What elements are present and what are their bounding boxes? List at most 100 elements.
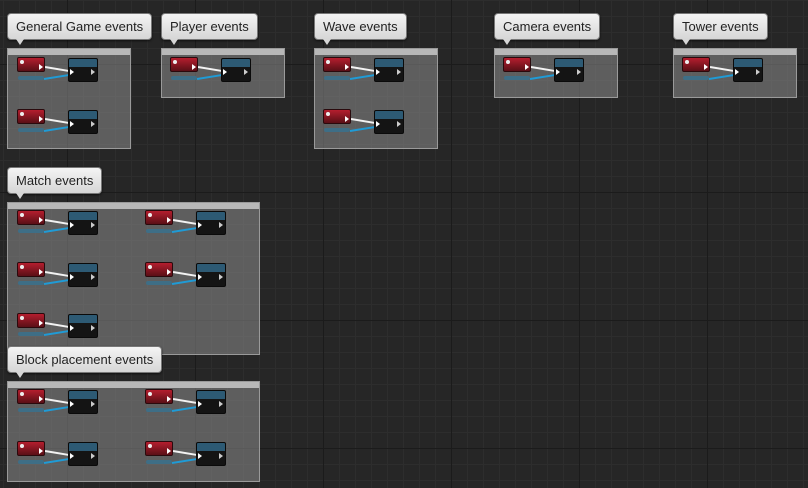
function-node[interactable] bbox=[196, 211, 226, 235]
function-node[interactable] bbox=[68, 263, 98, 287]
exec-pin-icon[interactable] bbox=[345, 116, 349, 122]
variable-node[interactable] bbox=[18, 408, 44, 412]
exec-out-pin-icon[interactable] bbox=[219, 453, 223, 459]
exec-pin-icon[interactable] bbox=[70, 401, 74, 407]
variable-node[interactable] bbox=[18, 229, 44, 233]
variable-node[interactable] bbox=[146, 281, 172, 285]
exec-pin-icon[interactable] bbox=[39, 116, 43, 122]
exec-pin-icon[interactable] bbox=[39, 448, 43, 454]
exec-out-pin-icon[interactable] bbox=[91, 453, 95, 459]
function-node[interactable] bbox=[221, 58, 251, 82]
exec-pin-icon[interactable] bbox=[39, 396, 43, 402]
exec-pin-icon[interactable] bbox=[198, 274, 202, 280]
exec-pin-icon[interactable] bbox=[70, 274, 74, 280]
exec-out-pin-icon[interactable] bbox=[244, 69, 248, 75]
comment-title-camera-events[interactable]: Camera events bbox=[494, 13, 601, 45]
exec-pin-icon[interactable] bbox=[39, 320, 43, 326]
exec-pin-icon[interactable] bbox=[223, 69, 227, 75]
event-node[interactable] bbox=[17, 210, 45, 225]
variable-node[interactable] bbox=[146, 229, 172, 233]
exec-pin-icon[interactable] bbox=[39, 64, 43, 70]
function-node[interactable] bbox=[68, 58, 98, 82]
event-node[interactable] bbox=[145, 441, 173, 456]
exec-pin-icon[interactable] bbox=[167, 269, 171, 275]
graph-canvas[interactable]: General Game events Player events Wave e… bbox=[0, 0, 808, 488]
exec-out-pin-icon[interactable] bbox=[91, 274, 95, 280]
comment-title-wave-events[interactable]: Wave events bbox=[314, 13, 407, 45]
comment-header[interactable] bbox=[495, 49, 617, 55]
exec-pin-icon[interactable] bbox=[376, 121, 380, 127]
event-node[interactable] bbox=[17, 109, 45, 124]
event-node[interactable] bbox=[170, 57, 198, 72]
exec-out-pin-icon[interactable] bbox=[219, 222, 223, 228]
function-node[interactable] bbox=[374, 58, 404, 82]
exec-pin-icon[interactable] bbox=[70, 325, 74, 331]
exec-out-pin-icon[interactable] bbox=[91, 69, 95, 75]
event-node[interactable] bbox=[323, 57, 351, 72]
event-node[interactable] bbox=[17, 389, 45, 404]
exec-out-pin-icon[interactable] bbox=[91, 401, 95, 407]
variable-node[interactable] bbox=[504, 76, 530, 80]
exec-pin-icon[interactable] bbox=[70, 69, 74, 75]
function-node[interactable] bbox=[68, 110, 98, 134]
variable-node[interactable] bbox=[18, 281, 44, 285]
comment-header[interactable] bbox=[674, 49, 796, 55]
exec-pin-icon[interactable] bbox=[525, 64, 529, 70]
exec-pin-icon[interactable] bbox=[167, 217, 171, 223]
variable-node[interactable] bbox=[18, 128, 44, 132]
function-node[interactable] bbox=[68, 442, 98, 466]
exec-pin-icon[interactable] bbox=[70, 453, 74, 459]
exec-out-pin-icon[interactable] bbox=[91, 121, 95, 127]
variable-node[interactable] bbox=[18, 76, 44, 80]
comment-title-player-events[interactable]: Player events bbox=[161, 13, 258, 45]
exec-pin-icon[interactable] bbox=[556, 69, 560, 75]
event-node[interactable] bbox=[17, 441, 45, 456]
comment-header[interactable] bbox=[8, 203, 259, 209]
function-node[interactable] bbox=[196, 263, 226, 287]
comment-title-general-game-events[interactable]: General Game events bbox=[7, 13, 153, 45]
exec-out-pin-icon[interactable] bbox=[756, 69, 760, 75]
comment-title-block-placement-events[interactable]: Block placement events bbox=[7, 346, 163, 378]
event-node[interactable] bbox=[17, 262, 45, 277]
comment-title-match-events[interactable]: Match events bbox=[7, 167, 103, 199]
event-node[interactable] bbox=[323, 109, 351, 124]
function-node[interactable] bbox=[733, 58, 763, 82]
variable-node[interactable] bbox=[324, 76, 350, 80]
exec-pin-icon[interactable] bbox=[70, 121, 74, 127]
exec-out-pin-icon[interactable] bbox=[397, 69, 401, 75]
exec-pin-icon[interactable] bbox=[192, 64, 196, 70]
comment-header[interactable] bbox=[315, 49, 437, 55]
comment-header[interactable] bbox=[8, 382, 259, 388]
exec-pin-icon[interactable] bbox=[345, 64, 349, 70]
comment-header[interactable] bbox=[162, 49, 284, 55]
exec-pin-icon[interactable] bbox=[39, 217, 43, 223]
function-node[interactable] bbox=[374, 110, 404, 134]
event-node[interactable] bbox=[17, 57, 45, 72]
comment-header[interactable] bbox=[8, 49, 130, 55]
variable-node[interactable] bbox=[171, 76, 197, 80]
function-node[interactable] bbox=[196, 442, 226, 466]
function-node[interactable] bbox=[68, 314, 98, 338]
exec-pin-icon[interactable] bbox=[167, 448, 171, 454]
function-node[interactable] bbox=[196, 390, 226, 414]
function-node[interactable] bbox=[68, 390, 98, 414]
variable-node[interactable] bbox=[18, 332, 44, 336]
exec-out-pin-icon[interactable] bbox=[219, 274, 223, 280]
variable-node[interactable] bbox=[683, 76, 709, 80]
exec-pin-icon[interactable] bbox=[376, 69, 380, 75]
event-node[interactable] bbox=[145, 262, 173, 277]
exec-pin-icon[interactable] bbox=[70, 222, 74, 228]
event-node[interactable] bbox=[503, 57, 531, 72]
event-node[interactable] bbox=[145, 389, 173, 404]
event-node[interactable] bbox=[17, 313, 45, 328]
function-node[interactable] bbox=[68, 211, 98, 235]
variable-node[interactable] bbox=[18, 460, 44, 464]
function-node[interactable] bbox=[554, 58, 584, 82]
exec-pin-icon[interactable] bbox=[704, 64, 708, 70]
exec-out-pin-icon[interactable] bbox=[219, 401, 223, 407]
exec-pin-icon[interactable] bbox=[735, 69, 739, 75]
exec-pin-icon[interactable] bbox=[198, 222, 202, 228]
variable-node[interactable] bbox=[324, 128, 350, 132]
exec-pin-icon[interactable] bbox=[167, 396, 171, 402]
exec-pin-icon[interactable] bbox=[39, 269, 43, 275]
